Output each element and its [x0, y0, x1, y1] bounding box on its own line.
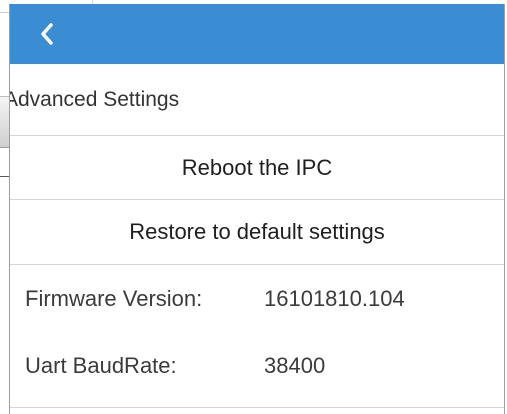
firmware-version-value: 16101810.104: [264, 285, 405, 311]
app-bar: [10, 4, 504, 64]
screen: Advanced Settings Reboot the IPC Restore…: [0, 0, 507, 414]
uart-baudrate-label: Uart BaudRate:: [25, 352, 177, 378]
restore-defaults-button[interactable]: Restore to default settings: [10, 200, 504, 265]
back-button[interactable]: [10, 4, 70, 64]
bottom-divider: [10, 407, 504, 408]
chevron-left-icon: [40, 23, 54, 45]
firmware-version-label: Firmware Version:: [25, 285, 203, 311]
restore-defaults-label: Restore to default settings: [129, 219, 385, 244]
firmware-version-row: Firmware Version: 16101810.104: [10, 265, 504, 332]
uart-baudrate-row: Uart BaudRate: 38400: [10, 332, 504, 399]
reboot-ipc-button[interactable]: Reboot the IPC: [10, 136, 504, 200]
advanced-settings-panel: Advanced Settings Reboot the IPC Restore…: [9, 4, 505, 414]
reboot-ipc-label: Reboot the IPC: [181, 154, 333, 180]
section-title: Advanced Settings: [10, 64, 504, 136]
uart-baudrate-value: 38400: [264, 352, 326, 378]
